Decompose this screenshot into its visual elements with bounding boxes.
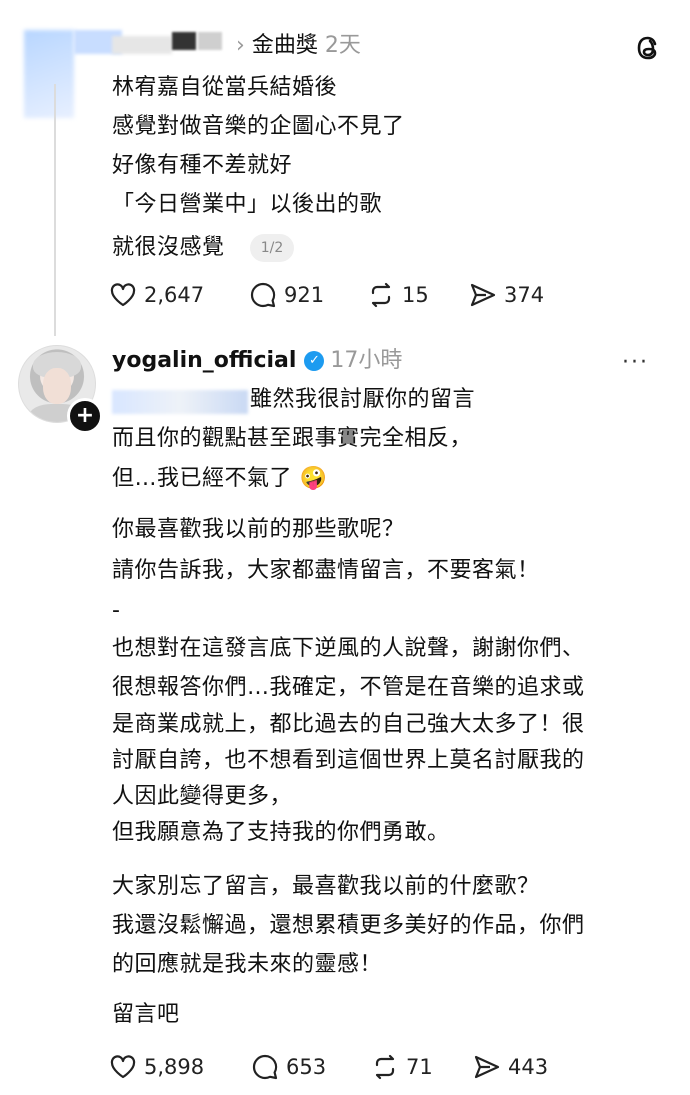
repost-count: 15 bbox=[402, 283, 429, 307]
heart-icon bbox=[110, 283, 136, 307]
blurred-mention bbox=[112, 390, 248, 414]
post-header: yogalin_official ✓ 17小時 bbox=[112, 346, 402, 376]
post-text-line: 雖然我很討厭你的留言 bbox=[250, 387, 476, 412]
blurred-username bbox=[112, 36, 172, 54]
like-count: 5,898 bbox=[144, 1055, 205, 1079]
reply-button[interactable]: 653 bbox=[250, 1052, 326, 1082]
reply-count: 653 bbox=[286, 1055, 327, 1079]
post-text-line: 很想報答你們…我確定，不管是在音樂的追求或 bbox=[112, 675, 585, 700]
post-text-line: 就很沒感覺 bbox=[112, 235, 225, 260]
post-text-line: 留言吧 bbox=[112, 1002, 180, 1027]
post-text-line: 是商業成就上，都比過去的自己強大太多了！很 bbox=[112, 712, 585, 737]
post-text-line: 你最喜歡我以前的那些歌呢？ bbox=[112, 517, 405, 542]
blurred-username bbox=[172, 32, 196, 50]
reply-count: 921 bbox=[284, 283, 325, 307]
post-text-line: 的回應就是我未來的靈感！ bbox=[112, 952, 383, 977]
share-count: 374 bbox=[504, 283, 545, 307]
topic-label[interactable]: 金曲獎 bbox=[252, 33, 318, 58]
post-text-line: 請你告訴我，大家都盡情留言，不要客氣！ bbox=[112, 558, 540, 583]
post-text-line: 大家別忘了留言，最喜歡我以前的什麼歌？ bbox=[112, 874, 540, 899]
share-icon bbox=[470, 283, 496, 307]
post-text-line: 也想對在這發言底下逆風的人說聲，謝謝你們、 bbox=[112, 636, 585, 661]
topic-breadcrumb[interactable]: › 金曲獎 2天 bbox=[236, 31, 361, 61]
post-text-line: 「今日營業中」以後出的歌 bbox=[112, 192, 383, 217]
post-text-line: 討厭自誇，也不想看到這個世界上莫名討厭我的 bbox=[112, 748, 585, 773]
like-button[interactable]: 5,898 bbox=[108, 1052, 204, 1082]
like-button[interactable]: 2,647 bbox=[108, 280, 204, 310]
verified-icon: ✓ bbox=[304, 351, 325, 371]
repost-count: 71 bbox=[406, 1055, 433, 1079]
username[interactable]: yogalin_official bbox=[112, 348, 296, 373]
comment-icon bbox=[250, 282, 276, 308]
comment-icon bbox=[252, 1054, 278, 1080]
post-text-line: 人因此變得更多， bbox=[112, 784, 293, 809]
more-icon[interactable]: ··· bbox=[622, 350, 649, 375]
repost-icon bbox=[371, 282, 391, 308]
threads-logo-icon[interactable] bbox=[634, 32, 664, 68]
repost-button[interactable]: 15 bbox=[366, 280, 429, 310]
share-button[interactable]: 443 bbox=[472, 1052, 548, 1082]
reply-button[interactable]: 921 bbox=[248, 280, 324, 310]
post-text-line: 我還沒鬆懈過，還想累積更多美好的作品，你們 bbox=[112, 913, 585, 938]
post-text-line: 感覺對做音樂的企圖心不見了 bbox=[112, 114, 405, 139]
post-text-line: - bbox=[112, 598, 121, 623]
post-text-line: 但我願意為了支持我的你們勇敢。 bbox=[112, 820, 450, 845]
thread-connector-line bbox=[54, 84, 56, 336]
emoji: 🤪 bbox=[299, 466, 328, 491]
follow-plus-icon[interactable]: + bbox=[67, 398, 103, 434]
repost-button[interactable]: 71 bbox=[370, 1052, 433, 1082]
post-text-line: 而且你的觀點甚至跟事實完全相反， bbox=[112, 426, 473, 451]
post-text-line: 好像有種不差就好 bbox=[112, 153, 293, 178]
blurred-avatar bbox=[24, 30, 74, 118]
page-indicator[interactable]: 1/2 bbox=[250, 234, 294, 262]
repost-icon bbox=[375, 1054, 395, 1080]
share-count: 443 bbox=[508, 1055, 549, 1079]
heart-icon bbox=[110, 1055, 136, 1079]
breadcrumb-separator: › bbox=[236, 33, 245, 58]
share-button[interactable]: 374 bbox=[468, 280, 544, 310]
post-text-line: 林宥嘉自從當兵結婚後 bbox=[112, 75, 338, 100]
post-text-line: 但…我已經不氣了 🤪 bbox=[112, 466, 328, 491]
post-time: 2天 bbox=[324, 33, 361, 58]
like-count: 2,647 bbox=[144, 283, 205, 307]
share-icon bbox=[474, 1055, 500, 1079]
blurred-username bbox=[198, 32, 222, 50]
post-time: 17小時 bbox=[330, 348, 403, 373]
